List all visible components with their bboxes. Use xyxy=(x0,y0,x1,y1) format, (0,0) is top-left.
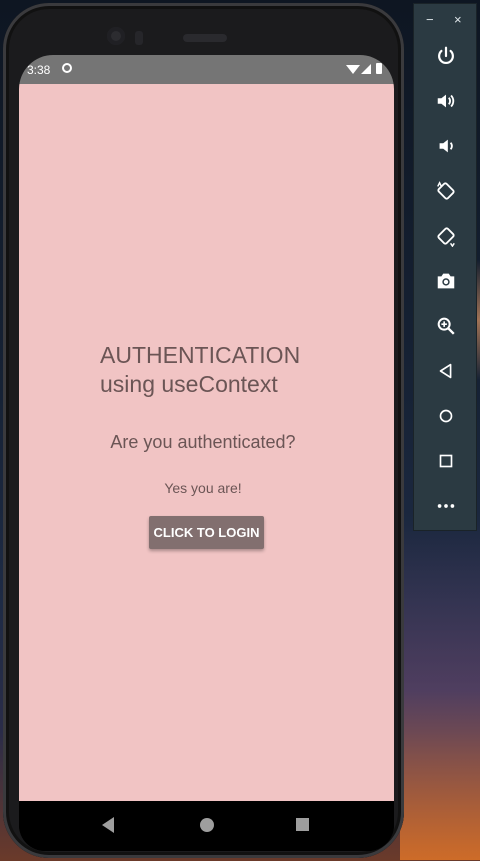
signal-icon xyxy=(361,64,371,74)
volume-down-button[interactable] xyxy=(424,126,468,166)
overview-icon xyxy=(439,454,453,468)
nav-home-icon[interactable] xyxy=(200,818,214,832)
power-icon xyxy=(438,46,454,65)
nav-back-icon[interactable] xyxy=(102,817,114,833)
overview-button[interactable] xyxy=(424,441,468,481)
back-icon xyxy=(439,363,452,379)
login-button[interactable]: CLICK TO LOGIN xyxy=(149,516,264,549)
auth-question: Are you authenticated? xyxy=(110,432,296,452)
auth-status-text: Yes you are! xyxy=(164,480,242,496)
status-bar: 3:38 xyxy=(19,55,394,84)
navigation-bar xyxy=(19,801,394,851)
page-title: AUTHENTICATION using useContext xyxy=(100,342,301,397)
phone-frame: 3:38 AUTHENTICATION using useContext Are… xyxy=(3,3,404,858)
home-button[interactable] xyxy=(424,396,468,436)
battery-icon xyxy=(376,63,382,74)
back-button[interactable] xyxy=(424,351,468,391)
camera-icon xyxy=(437,273,455,289)
volume-up-button[interactable] xyxy=(424,81,468,121)
rotate-left-icon xyxy=(437,181,455,200)
minimize-button[interactable]: − xyxy=(426,12,434,27)
zoom-icon xyxy=(437,317,455,335)
more-icon xyxy=(437,504,455,508)
close-button[interactable]: × xyxy=(454,12,462,27)
proximity-sensor xyxy=(135,31,143,45)
nav-recents-icon[interactable] xyxy=(296,818,309,831)
status-time: 3:38 xyxy=(27,63,51,77)
phone-screen: 3:38 AUTHENTICATION using useContext Are… xyxy=(19,55,394,851)
wifi-icon xyxy=(346,65,360,74)
earpiece-speaker xyxy=(183,34,227,42)
zoom-button[interactable] xyxy=(424,306,468,346)
home-icon xyxy=(439,409,453,423)
sync-icon xyxy=(62,63,72,73)
rotate-left-button[interactable] xyxy=(424,171,468,211)
rotate-right-icon xyxy=(437,227,455,247)
wallpaper-glow xyxy=(400,520,480,860)
rotate-right-button[interactable] xyxy=(424,216,468,256)
front-camera xyxy=(107,27,125,45)
volume-up-icon xyxy=(437,94,455,108)
volume-down-icon xyxy=(439,139,453,153)
screenshot-button[interactable] xyxy=(424,261,468,301)
app-content: AUTHENTICATION using useContext Are you … xyxy=(19,84,394,801)
power-button[interactable] xyxy=(424,36,468,76)
more-button[interactable] xyxy=(424,486,468,526)
emulator-toolbar: − × xyxy=(413,3,477,531)
